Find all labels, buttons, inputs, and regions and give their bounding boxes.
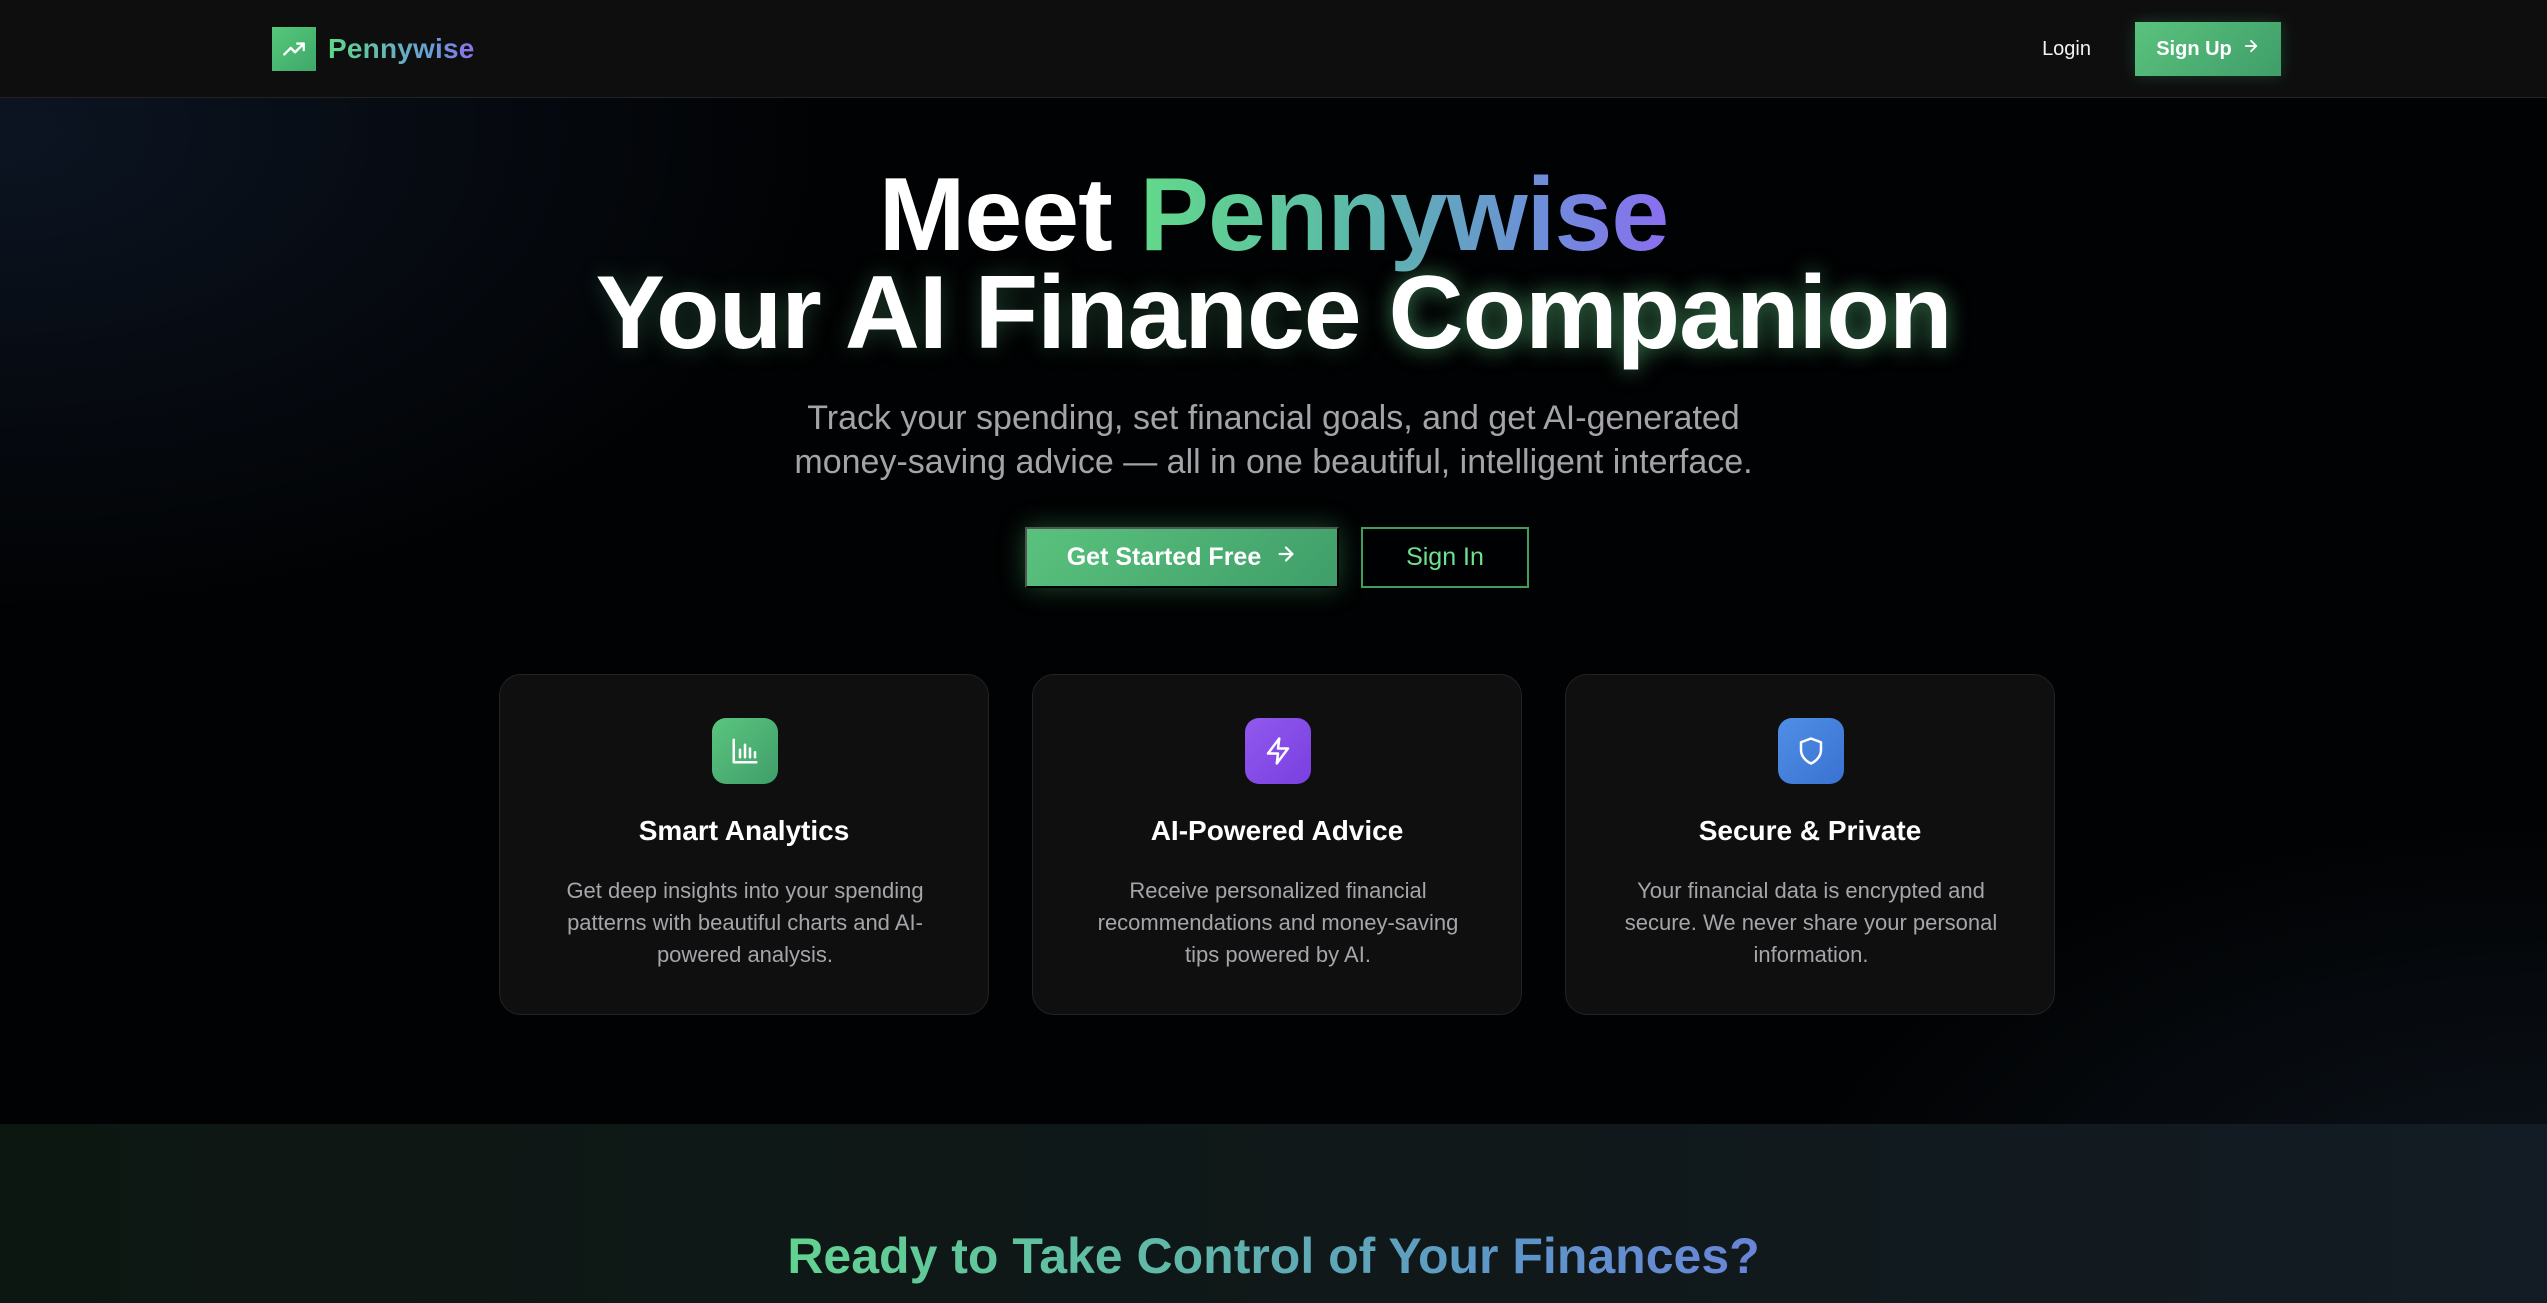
trending-up-icon [272,27,316,71]
feature-card-advice: AI-Powered Advice Receive personalized f… [1032,674,1522,1015]
get-started-button[interactable]: Get Started Free [1025,527,1339,588]
hero-title-line1: Meet Pennywise [0,163,2547,267]
brand[interactable]: Pennywise [272,27,475,71]
bottom-cta-section: Ready to Take Control of Your Finances? [0,1124,2547,1303]
lightning-icon [1245,718,1311,784]
signup-button[interactable]: Sign Up [2135,22,2281,76]
feature-description: Get deep insights into your spending pat… [566,878,924,967]
hero-subtitle-line2: money-saving advice — all in one beautif… [794,443,1753,481]
hero-subtitle: Track your spending, set financial goals… [0,396,2547,484]
hero-cta-row: Get Started Free Sign In [1025,527,1529,588]
sign-in-button[interactable]: Sign In [1361,527,1529,588]
top-navbar: Pennywise Login Sign Up [0,0,2547,98]
arrow-right-icon [1275,543,1297,572]
signup-button-label: Sign Up [2156,37,2232,60]
feature-description: Your financial data is encrypted and sec… [1624,878,1998,967]
hero-title-line2: Your AI Finance Companion [0,261,2547,365]
feature-title: Secure & Private [1698,815,1922,846]
get-started-label: Get Started Free [1066,543,1262,571]
nav-actions: Login Sign Up [2024,22,2281,76]
feature-title: AI-Powered Advice [1150,815,1404,846]
hero-title-highlight: Companion [1388,255,1953,371]
feature-card-security: Secure & Private Your financial data is … [1565,674,2055,1015]
bottom-title-wrap: Ready to Take Control of Your Finances? [0,1227,2547,1285]
hero-subtitle-line1: Track your spending, set financial goals… [807,399,1740,437]
shield-icon [1778,718,1844,784]
hero-title-line2-prefix: Your AI Finance [595,255,1362,371]
features-section: Smart Analytics Get deep insights into y… [499,674,2055,1015]
hero-title: Meet Pennywise Your AI Finance Companion [0,163,2547,365]
feature-title: Smart Analytics [638,815,850,846]
feature-card-analytics: Smart Analytics Get deep insights into y… [499,674,989,1015]
arrow-right-icon [2242,37,2260,61]
feature-description: Receive personalized financial recommend… [1097,878,1459,967]
brand-name: Pennywise [328,33,475,64]
bottom-title: Ready to Take Control of Your Finances? [787,1228,1760,1284]
login-link[interactable]: Login [2024,26,2109,73]
bar-chart-icon [712,718,778,784]
